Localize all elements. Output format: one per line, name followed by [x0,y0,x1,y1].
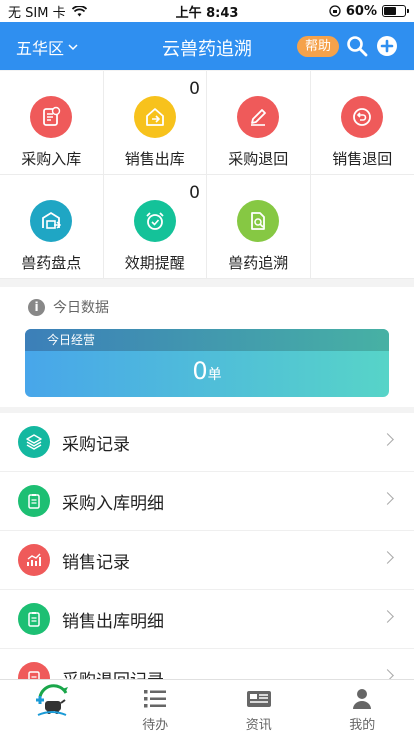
list-item-sales-out-detail[interactable]: 销售出库明细 [0,590,414,649]
orientation-lock-icon [329,5,341,17]
today-heading-label: 今日数据 [53,300,109,316]
grid-item-label: 采购入库 [21,150,82,168]
list-item-label: 采购退回记录 [62,666,164,680]
app-header: 五华区 云兽药追溯 帮助 [0,22,414,70]
count-badge: 0 [189,183,200,203]
grid-item-label: 销售退回 [332,150,393,168]
list-item-sales-records[interactable]: 销售记录 [0,531,414,590]
info-icon: i [28,298,45,316]
status-time: 上午 8:43 [175,5,239,21]
tab-todo[interactable]: 待办 [104,680,208,736]
grid-item-label: 销售出库 [124,150,185,168]
count-badge: 0 [189,79,200,99]
chevron-right-icon [381,492,394,505]
list-item-purchase-records[interactable]: 采购记录 [0,413,414,472]
clipboard-icon [18,485,50,517]
grid-item-label: 采购退回 [228,150,289,168]
newspaper-icon [246,687,272,711]
tab-mine[interactable]: 我的 [311,680,414,736]
list-icon [142,687,168,711]
wifi-icon [71,5,87,16]
record-list: 采购记录 采购入库明细 销售记录 销售出库明细 采购退回记录 [0,413,414,679]
card-title: 今日经营 [25,329,389,351]
chart-icon [18,544,50,576]
grid-item-traceability[interactable]: 兽药追溯 [207,175,311,279]
grid-item-purchase-return[interactable]: 采购退回 [207,71,311,175]
grid-item-sales-out[interactable]: 0 销售出库 [103,71,207,175]
battery-icon [382,5,409,17]
list-item-purchase-return-records[interactable]: 采购退回记录 [0,649,414,679]
today-heading: i 今日数据 [28,297,109,317]
carrier-label: 无 SIM 卡 [8,5,66,21]
battery-percent: 60% [345,3,377,19]
return-icon [341,96,384,138]
list-item-label: 采购记录 [62,434,130,455]
today-data-section: i 今日数据 今日经营 0单 [0,287,414,407]
tab-label: 我的 [349,718,376,733]
grid-empty-cell [310,175,414,279]
search-icon[interactable] [346,35,368,57]
list-item-purchase-in-detail[interactable]: 采购入库明细 [0,472,414,531]
clipboard-icon [30,96,73,138]
tab-label: 资讯 [245,718,272,733]
help-button[interactable]: 帮助 [297,36,339,57]
grid-item-label: 兽药追溯 [228,254,289,272]
house-out-icon [133,96,176,138]
plus-circle-icon[interactable] [376,35,398,57]
list-item-label: 采购入库明细 [62,493,164,514]
chevron-down-icon [68,43,78,50]
chevron-right-icon [381,669,394,679]
card-value: 0单 [25,357,389,385]
list-item-label: 销售出库明细 [62,611,164,632]
grid-item-label: 效期提醒 [124,254,185,272]
tab-label: 待办 [142,718,169,733]
chevron-right-icon [381,610,394,623]
district-label: 五华区 [16,39,65,58]
grid-item-sales-return[interactable]: 销售退回 [310,71,414,175]
clipboard-icon [18,603,50,635]
status-bar: 无 SIM 卡 上午 8:43 60% [0,0,414,22]
grid-item-purchase-in[interactable]: 采购入库 [0,71,104,175]
grid-item-label: 兽药盘点 [21,254,82,272]
pencil-icon [237,96,280,138]
order-count: 0 [192,357,208,385]
district-selector[interactable]: 五华区 [16,35,78,59]
home-logo-icon [32,683,72,719]
clipboard-icon [18,662,50,679]
tab-home[interactable] [0,680,104,736]
document-search-icon [237,200,280,242]
chevron-right-icon [381,551,394,564]
status-right: 60% [266,3,409,19]
warehouse-icon [30,200,73,242]
chevron-right-icon [381,433,394,446]
status-left: 无 SIM 卡 [8,2,148,21]
today-business-card[interactable]: 今日经营 0单 [25,329,389,397]
grid-item-inventory[interactable]: 兽药盘点 [0,175,104,279]
order-unit: 单 [207,367,222,383]
list-item-label: 销售记录 [62,552,130,573]
user-icon [349,687,375,711]
alarm-clock-icon [133,200,176,242]
bottom-tab-bar: 待办 资讯 我的 [0,679,414,736]
tab-news[interactable]: 资讯 [207,680,311,736]
layers-icon [18,426,50,458]
grid-item-expiry-reminder[interactable]: 0 效期提醒 [103,175,207,279]
function-grid: 采购入库 0 销售出库 采购退回 销售退回 兽药盘点 0 效期提醒 兽药追溯 [0,71,414,279]
